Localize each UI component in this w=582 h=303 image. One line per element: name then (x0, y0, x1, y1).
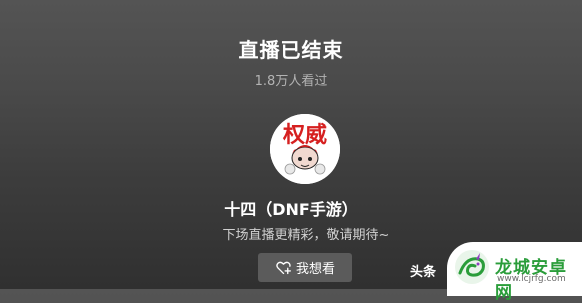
avatar[interactable]: 权威 (270, 114, 340, 184)
want-to-watch-label: 我想看 (295, 262, 335, 277)
dragon-logo-icon (455, 250, 489, 284)
streamer-name: 十四（DNF手游） (224, 200, 358, 219)
next-stream-message: 下场直播更精彩，敬请期待~ (222, 228, 390, 243)
want-to-watch-button[interactable]: 我想看 (258, 253, 352, 282)
live-ended-title: 直播已结束 (238, 38, 344, 62)
avatar-image: 权威 (270, 114, 340, 184)
watermark-url: www.lcjrfg.com (497, 274, 566, 284)
heart-plus-icon (276, 261, 291, 275)
viewer-count: 1.8万人看过 (254, 74, 328, 89)
avatar-badge-text: 权威 (282, 122, 327, 148)
watermark-source: 头条 (410, 265, 437, 280)
